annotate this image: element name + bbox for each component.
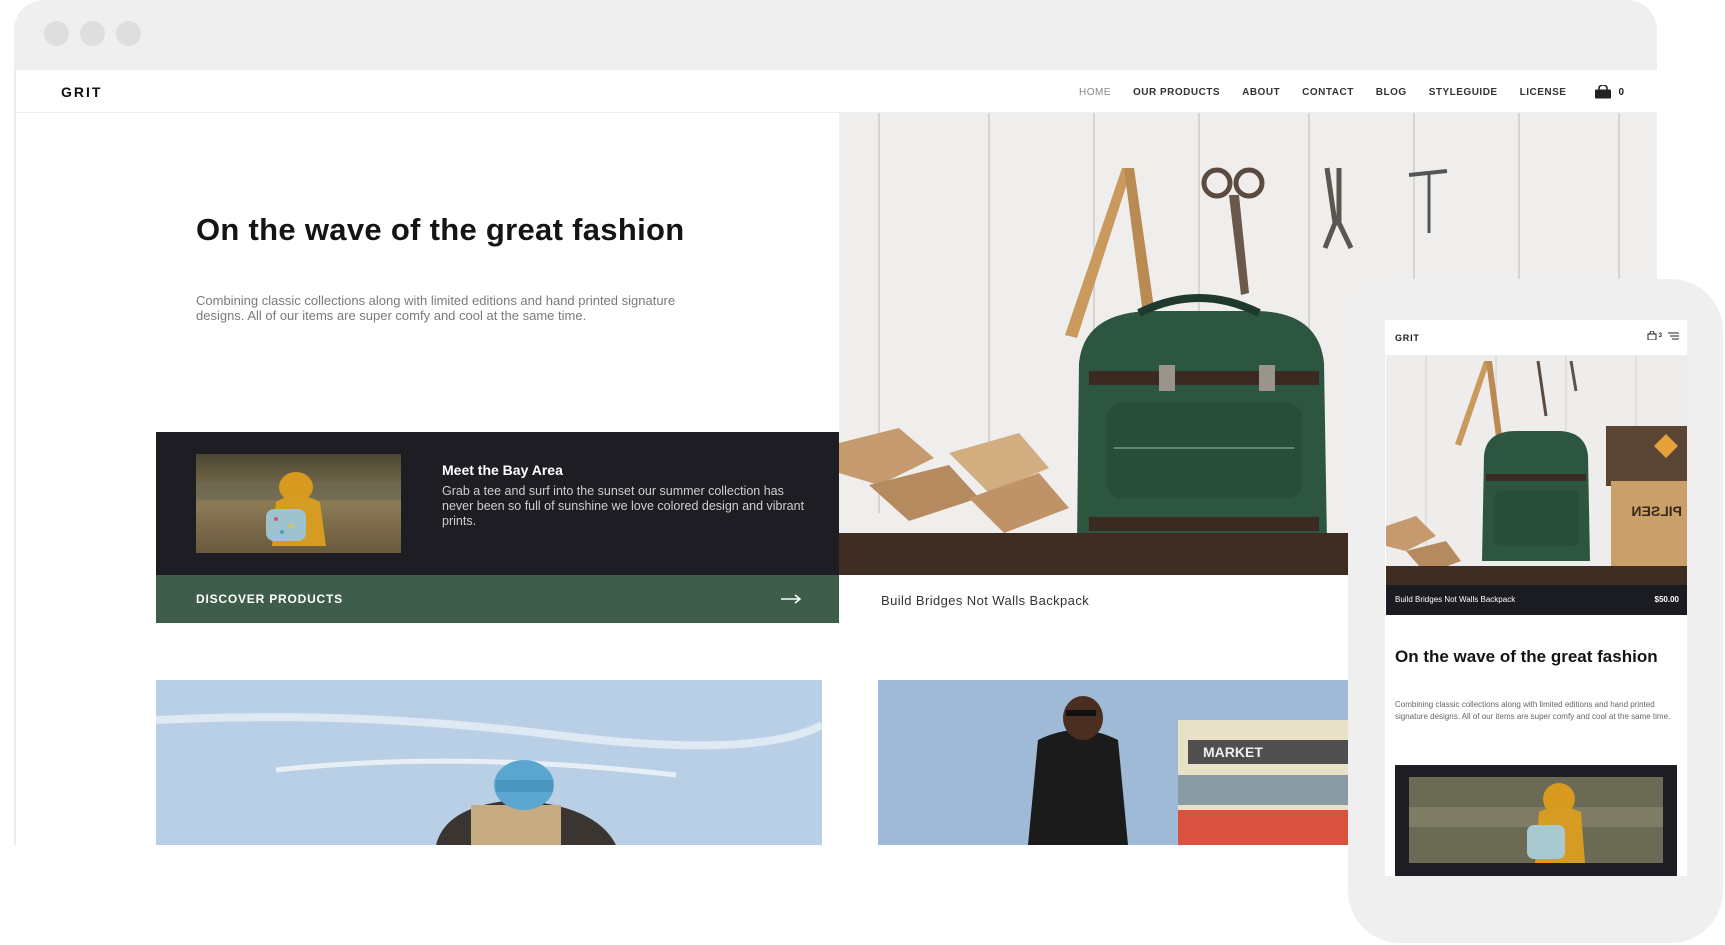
window-minimize-dot[interactable]	[80, 21, 105, 46]
svg-text:MARKET: MARKET	[1203, 744, 1263, 760]
mobile-cart-count: 3	[1658, 332, 1662, 339]
hero-title: On the wave of the great fashion	[196, 212, 685, 247]
mobile-product-name: Build Bridges Not Walls Backpack	[1395, 595, 1516, 604]
mobile-cart-button[interactable]: 3	[1647, 331, 1662, 340]
mobile-hero-image: PILSEN	[1386, 356, 1687, 585]
nav-item-home[interactable]: HOME	[1079, 87, 1111, 98]
browser-chrome	[14, 0, 1657, 70]
shopping-bag-icon	[1647, 331, 1657, 340]
nav-item-about[interactable]: ABOUT	[1242, 87, 1280, 98]
window-maximize-dot[interactable]	[116, 21, 141, 46]
nav-item-contact[interactable]: CONTACT	[1302, 87, 1354, 98]
mobile-navigation: GRIT 3	[1385, 320, 1687, 356]
cart-button[interactable]: 0	[1594, 85, 1624, 99]
mobile-nav-icons: 3	[1647, 331, 1679, 340]
mobile-hero-title: On the wave of the great fashion	[1395, 647, 1658, 666]
hero-description: Combining classic collections along with…	[196, 293, 676, 323]
hamburger-menu-icon[interactable]	[1668, 332, 1679, 340]
mobile-product-price: $50.00	[1654, 595, 1679, 604]
nav-item-blog[interactable]: BLOG	[1376, 87, 1407, 98]
top-navigation: GRIT HOME OUR PRODUCTS ABOUT CONTACT BLO…	[16, 70, 1657, 113]
mobile-feature-card	[1395, 765, 1677, 876]
feature-card: Meet the Bay Area Grab a tee and surf in…	[156, 432, 840, 575]
product-caption: Build Bridges Not Walls Backpack	[881, 593, 1090, 608]
mobile-feature-image	[1409, 777, 1663, 863]
discover-products-label: DISCOVER PRODUCTS	[196, 592, 343, 606]
nav-item-our-products[interactable]: OUR PRODUCTS	[1133, 87, 1220, 98]
lower-image-hiker[interactable]	[156, 680, 822, 845]
mobile-device-frame: GRIT 3 PILSEN Build Bridges Not Walls Ba…	[1348, 279, 1723, 943]
site-logo[interactable]: GRIT	[61, 84, 102, 100]
svg-text:PILSEN: PILSEN	[1631, 503, 1682, 519]
cart-count: 0	[1618, 86, 1624, 98]
mockup-stage: GRIT HOME OUR PRODUCTS ABOUT CONTACT BLO…	[0, 0, 1725, 945]
discover-products-button[interactable]: DISCOVER PRODUCTS	[156, 575, 840, 623]
mobile-screen: GRIT 3 PILSEN Build Bridges Not Walls Ba…	[1385, 320, 1687, 876]
mobile-logo[interactable]: GRIT	[1395, 333, 1420, 343]
shopping-bag-icon	[1595, 85, 1612, 99]
window-close-dot[interactable]	[44, 21, 69, 46]
mobile-product-bar[interactable]: Build Bridges Not Walls Backpack $50.00	[1386, 585, 1687, 615]
nav-item-license[interactable]: LICENSE	[1520, 87, 1567, 98]
mobile-hero-description: Combining classic collections along with…	[1395, 700, 1671, 721]
nav-menu: HOME OUR PRODUCTS ABOUT CONTACT BLOG STY…	[1057, 85, 1624, 99]
feature-title: Meet the Bay Area	[442, 462, 563, 478]
feature-child-image	[196, 454, 401, 553]
feature-text: Grab a tee and surf into the sunset our …	[442, 484, 805, 528]
nav-item-styleguide[interactable]: STYLEGUIDE	[1429, 87, 1498, 98]
arrow-right-icon	[781, 594, 802, 604]
